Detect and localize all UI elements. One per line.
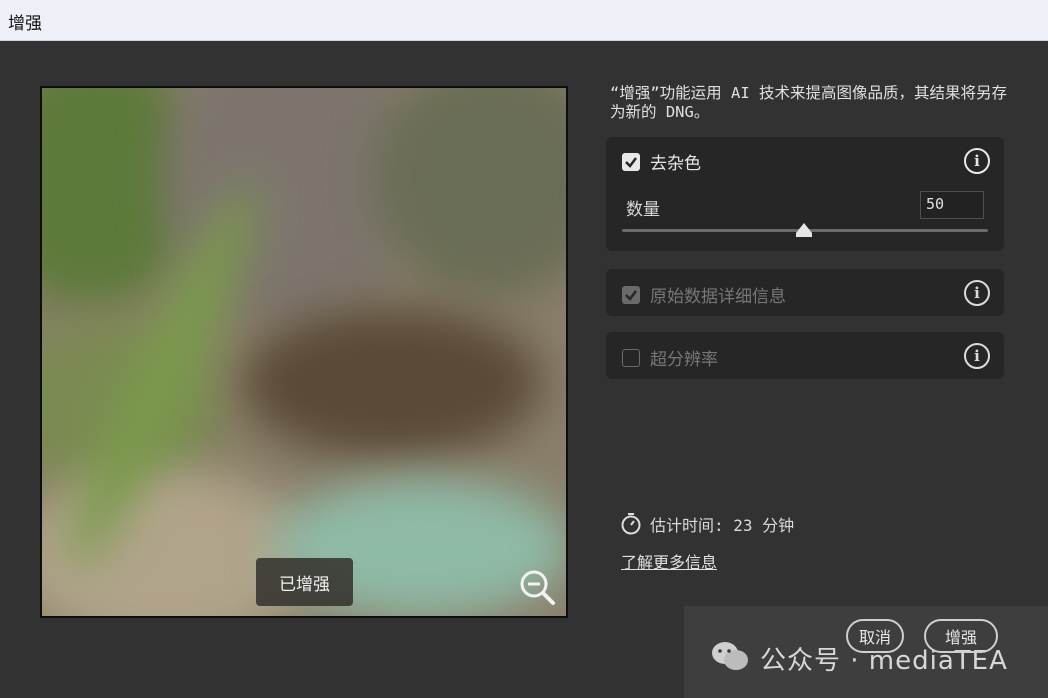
estimated-time: 估计时间: 23 分钟: [620, 512, 794, 536]
enhance-button[interactable]: 增强: [924, 619, 998, 653]
amount-input[interactable]: 50: [920, 191, 984, 219]
estimated-time-text: 估计时间: 23 分钟: [650, 516, 795, 535]
learn-more-link[interactable]: 了解更多信息: [621, 549, 717, 573]
raw-details-checkbox[interactable]: [622, 285, 640, 304]
zoom-out-icon[interactable]: [518, 568, 558, 608]
super-resolution-label: 超分辨率: [650, 350, 718, 370]
raw-details-row[interactable]: 原始数据详细信息: [622, 282, 786, 307]
preview-blob: [242, 308, 542, 458]
denoise-checkbox[interactable]: [622, 152, 640, 171]
feature-description: “增强”功能运用 AI 技术来提高图像品质，其结果将另存为新的 DNG。: [610, 84, 1007, 121]
wechat-icon: [710, 640, 750, 672]
amount-label: 数量: [626, 200, 660, 220]
info-icon[interactable]: i: [964, 280, 990, 306]
info-icon[interactable]: i: [964, 148, 990, 174]
info-icon[interactable]: i: [964, 343, 990, 369]
stopwatch-icon: [621, 513, 641, 535]
super-resolution-checkbox[interactable]: [622, 348, 640, 367]
denoise-panel: 去杂色 i 数量 50: [606, 137, 1004, 251]
enhanced-badge: 已增强: [256, 558, 353, 606]
amount-slider-thumb[interactable]: [796, 223, 812, 237]
title-bar: 增强: [0, 0, 1048, 41]
checkmark-icon: [625, 156, 637, 168]
checkmark-icon: [625, 289, 637, 301]
cancel-button[interactable]: 取消: [846, 619, 904, 653]
preview-blob: [372, 88, 566, 298]
denoise-label: 去杂色: [650, 154, 701, 174]
raw-details-label: 原始数据详细信息: [650, 287, 786, 307]
window-title: 增强: [8, 14, 42, 34]
super-resolution-panel: 超分辨率 i: [606, 332, 1004, 379]
image-preview[interactable]: 已增强: [40, 86, 568, 618]
super-resolution-row[interactable]: 超分辨率: [622, 345, 718, 370]
raw-details-panel: 原始数据详细信息 i: [606, 269, 1004, 316]
denoise-row[interactable]: 去杂色: [622, 149, 701, 174]
